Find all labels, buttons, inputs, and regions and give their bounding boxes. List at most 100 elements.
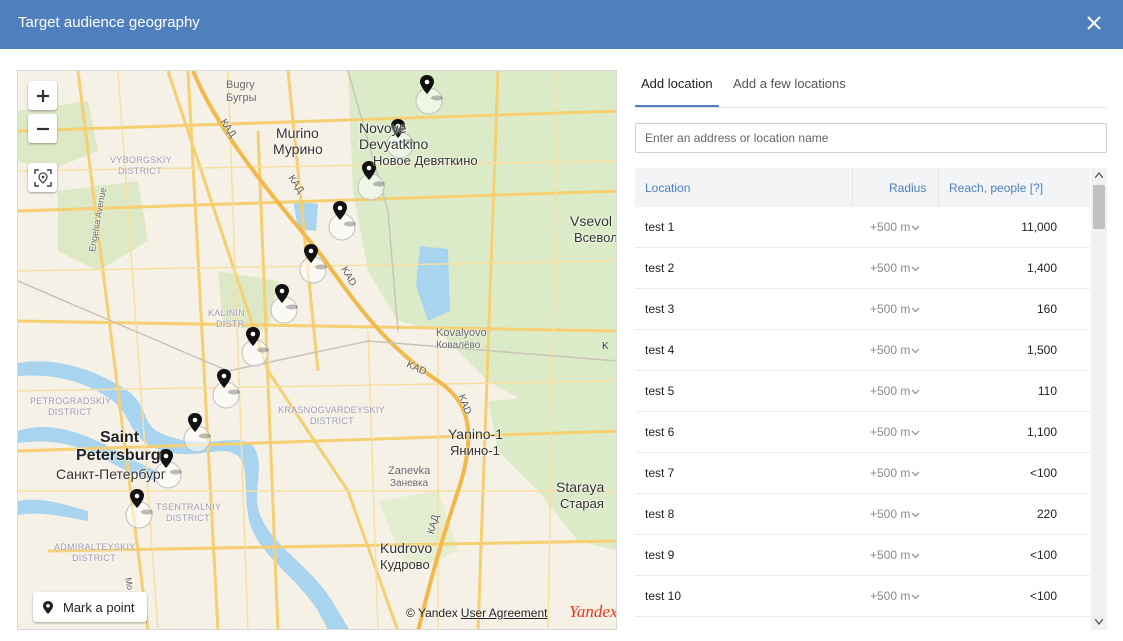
table-row[interactable]: test 8 +500 m 220 [635, 494, 1090, 535]
map-label: Кудрово [380, 557, 430, 572]
map-label: Санкт-Петербург [56, 466, 166, 482]
pin-shadow [228, 389, 240, 395]
radius-dropdown[interactable]: +500 m [870, 425, 920, 439]
dialog-header: Target audience geography [0, 0, 1123, 49]
radius-circle [299, 256, 327, 284]
reach-value: 1,100 [1026, 425, 1057, 439]
reach-value: 1,500 [1026, 343, 1057, 357]
map-label: Kovalyovo [436, 327, 487, 339]
location-name: test 9 [645, 548, 675, 562]
column-header-reach[interactable]: Reach, people [?] [949, 181, 1043, 195]
table-row[interactable]: test 4 +500 m 1,500 [635, 330, 1090, 371]
pin-center [134, 493, 140, 499]
radius-dropdown[interactable]: +500 m [870, 589, 920, 603]
table-row[interactable]: test 9 +500 m <100 [635, 535, 1090, 576]
reach-value: <100 [1029, 548, 1057, 562]
chevron-down-icon [911, 594, 920, 600]
location-name: test 2 [645, 261, 675, 275]
radius-circle [183, 425, 211, 453]
radius-value: +500 m [870, 466, 911, 480]
radius-dropdown[interactable]: +500 m [870, 466, 920, 480]
chevron-down-icon [911, 348, 920, 354]
mark-point-button[interactable]: Mark a point [33, 592, 147, 622]
radius-circle [328, 213, 356, 241]
pin-center [424, 79, 430, 85]
map-label: DISTRICT [166, 513, 210, 523]
radius-dropdown[interactable]: +500 m [870, 548, 920, 562]
map-label: K [602, 341, 609, 352]
map-label: DISTRICT [310, 416, 354, 426]
table-row[interactable]: test 5 +500 m 110 [635, 371, 1090, 412]
table-row[interactable]: test 1 +500 m 11,000 [635, 207, 1090, 248]
zoom-out-button[interactable] [28, 114, 57, 143]
close-icon[interactable] [1085, 14, 1103, 32]
active-tab-indicator [635, 105, 719, 107]
map-label: Бугры [226, 92, 257, 104]
location-name: test 8 [645, 507, 675, 521]
location-search-input[interactable] [635, 123, 1107, 153]
pin-shadow [170, 469, 182, 475]
scroll-up-icon[interactable] [1095, 172, 1103, 178]
map-label: PETROGRADSKIY [30, 396, 112, 406]
radius-dropdown[interactable]: +500 m [870, 302, 920, 316]
radius-circle [241, 339, 269, 367]
map-label: DISTR [216, 319, 245, 329]
chevron-down-icon [911, 471, 920, 477]
radius-value: +500 m [870, 507, 911, 521]
radius-dropdown[interactable]: +500 m [870, 261, 920, 275]
dialog-title: Target audience geography [18, 14, 200, 31]
radius-circle [270, 296, 298, 324]
pin-center [337, 205, 343, 211]
location-name: test 10 [645, 589, 682, 603]
map-label: ADMIRALTEYSKIY [54, 542, 136, 552]
table-scrollbar[interactable] [1091, 168, 1107, 630]
radius-value: +500 m [870, 261, 911, 275]
radius-dropdown[interactable]: +500 m [870, 384, 920, 398]
pin-center [250, 331, 256, 337]
map-label: Murino [276, 125, 319, 141]
radius-value: +500 m [870, 589, 911, 603]
scrollbar-thumb[interactable] [1093, 185, 1105, 229]
tab-add-location[interactable]: Add location [641, 76, 713, 91]
map[interactable]: Bugry Бугры Murino Мурино Novoye Devyatk… [17, 70, 617, 630]
pin-center [163, 453, 169, 459]
zoom-in-button[interactable] [28, 81, 57, 110]
plus-icon [36, 89, 49, 102]
map-label: TSENTRALNIY [156, 502, 222, 512]
radius-dropdown[interactable]: +500 m [870, 343, 920, 357]
table-row[interactable]: test 3 +500 m 160 [635, 289, 1090, 330]
map-label: Vsevol [570, 213, 613, 229]
radius-dropdown[interactable]: +500 m [870, 220, 920, 234]
column-header-radius[interactable]: Radius [889, 181, 926, 195]
table-row[interactable]: test 7 +500 m <100 [635, 453, 1090, 494]
column-divider [852, 168, 853, 207]
reach-value: 110 [1037, 384, 1057, 398]
map-label: Kudrovo [380, 540, 433, 556]
table-row[interactable]: test 6 +500 m 1,100 [635, 412, 1090, 453]
map-label: Мурино [273, 141, 323, 157]
radius-dropdown[interactable]: +500 m [870, 507, 920, 521]
map-label: Старая [560, 496, 604, 511]
reach-value: 220 [1036, 507, 1057, 521]
chevron-down-icon [911, 266, 920, 272]
pin-shadow [315, 264, 327, 270]
map-label: Всевол [574, 230, 617, 245]
radius-value: +500 m [870, 548, 911, 562]
map-label: Zanevka [388, 465, 431, 477]
user-agreement-link[interactable]: User Agreement [461, 606, 548, 620]
column-header-location[interactable]: Location [645, 181, 690, 195]
reach-value: <100 [1029, 589, 1057, 603]
table-row[interactable]: test 10 +500 m <100 [635, 576, 1090, 617]
pin-center [308, 248, 314, 254]
pin-center [192, 417, 198, 423]
chevron-down-icon [911, 430, 920, 436]
scroll-down-icon[interactable] [1095, 619, 1103, 625]
tab-add-few-locations[interactable]: Add a few locations [733, 76, 846, 91]
pin-icon [43, 600, 53, 614]
radius-value: +500 m [870, 302, 911, 316]
geolocation-button[interactable] [28, 163, 57, 192]
location-tabs: Add location Add a few locations [635, 70, 1107, 108]
table-row[interactable]: test 2 +500 m 1,400 [635, 248, 1090, 289]
chevron-down-icon [911, 512, 920, 518]
radius-value: +500 m [870, 384, 911, 398]
